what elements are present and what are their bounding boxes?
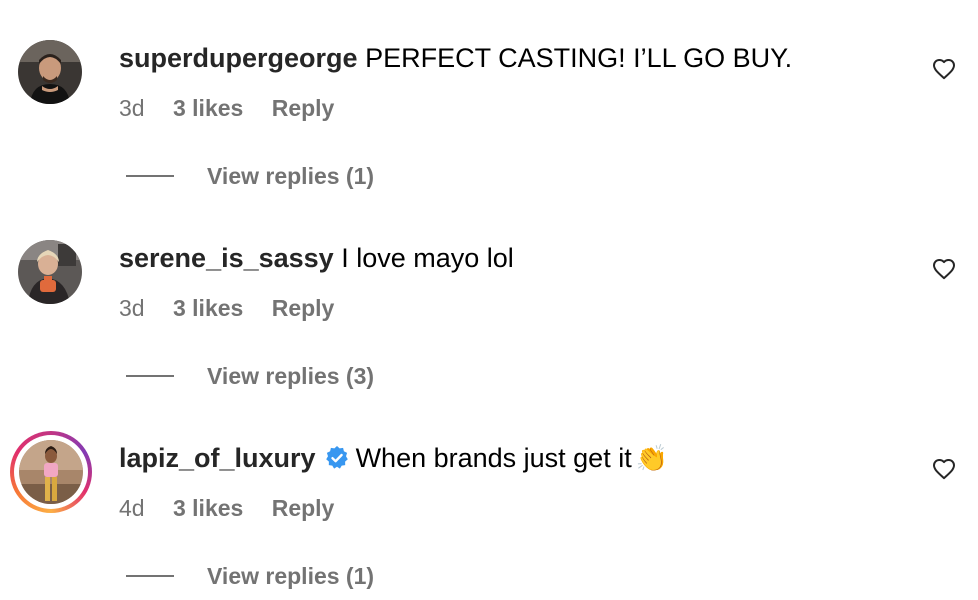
username-link[interactable]: serene_is_sassy bbox=[119, 243, 334, 273]
like-button[interactable] bbox=[932, 458, 956, 480]
timestamp[interactable]: 3d bbox=[119, 295, 145, 321]
reply-button[interactable]: Reply bbox=[272, 295, 335, 321]
heart-outline-icon bbox=[933, 259, 955, 280]
divider-line bbox=[126, 574, 174, 577]
reply-button[interactable]: Reply bbox=[272, 95, 335, 121]
comment-item: lapiz_of_luxury When brands just get it 👏… bbox=[0, 400, 978, 600]
comment-meta: 3d 3 likes Reply bbox=[119, 294, 334, 322]
view-replies-label: View replies (1) bbox=[207, 563, 375, 589]
like-button[interactable] bbox=[932, 58, 956, 80]
verified-badge-icon bbox=[325, 446, 348, 469]
comment-item: superdupergeorge PERFECT CASTING! I’LL G… bbox=[0, 0, 978, 200]
comment-text: PERFECT CASTING! I’LL GO BUY. bbox=[365, 43, 793, 73]
comment-text: I love mayo lol bbox=[341, 243, 514, 273]
like-button[interactable] bbox=[932, 258, 956, 280]
comment-line: lapiz_of_luxury When brands just get it 👏 bbox=[119, 442, 668, 474]
comment-line: serene_is_sassy I love mayo lol bbox=[119, 242, 514, 274]
username-link[interactable]: lapiz_of_luxury bbox=[119, 443, 316, 473]
reply-button[interactable]: Reply bbox=[272, 495, 335, 521]
comment-line: superdupergeorge PERFECT CASTING! I’LL G… bbox=[119, 42, 792, 74]
view-replies-label: View replies (3) bbox=[207, 363, 375, 389]
timestamp[interactable]: 4d bbox=[119, 495, 145, 521]
heart-outline-icon bbox=[933, 59, 955, 80]
view-replies-button[interactable]: View replies (3) bbox=[126, 363, 374, 393]
view-replies-button[interactable]: View replies (1) bbox=[126, 563, 374, 593]
likes-count-button[interactable]: 3 likes bbox=[173, 95, 243, 121]
likes-count-button[interactable]: 3 likes bbox=[173, 495, 243, 521]
comment-meta: 4d 3 likes Reply bbox=[119, 494, 334, 522]
divider-line bbox=[126, 374, 174, 377]
likes-count-button[interactable]: 3 likes bbox=[173, 295, 243, 321]
avatar-image bbox=[19, 440, 83, 504]
view-replies-label: View replies (1) bbox=[207, 163, 375, 189]
avatar-image bbox=[18, 240, 82, 304]
username-link[interactable]: superdupergeorge bbox=[119, 43, 358, 73]
divider-line bbox=[126, 174, 174, 177]
avatar-image bbox=[18, 40, 82, 104]
avatar[interactable] bbox=[18, 240, 82, 304]
comment-item: serene_is_sassy I love mayo lol 3d 3 lik… bbox=[0, 200, 978, 400]
heart-outline-icon bbox=[933, 459, 955, 480]
view-replies-button[interactable]: View replies (1) bbox=[126, 163, 374, 193]
timestamp[interactable]: 3d bbox=[119, 95, 145, 121]
comment-text: When brands just get it bbox=[355, 443, 632, 473]
comment-meta: 3d 3 likes Reply bbox=[119, 94, 334, 122]
avatar-with-story-ring[interactable] bbox=[10, 431, 92, 513]
avatar[interactable] bbox=[18, 40, 82, 104]
clapping-hands-emoji: 👏 bbox=[635, 443, 669, 473]
